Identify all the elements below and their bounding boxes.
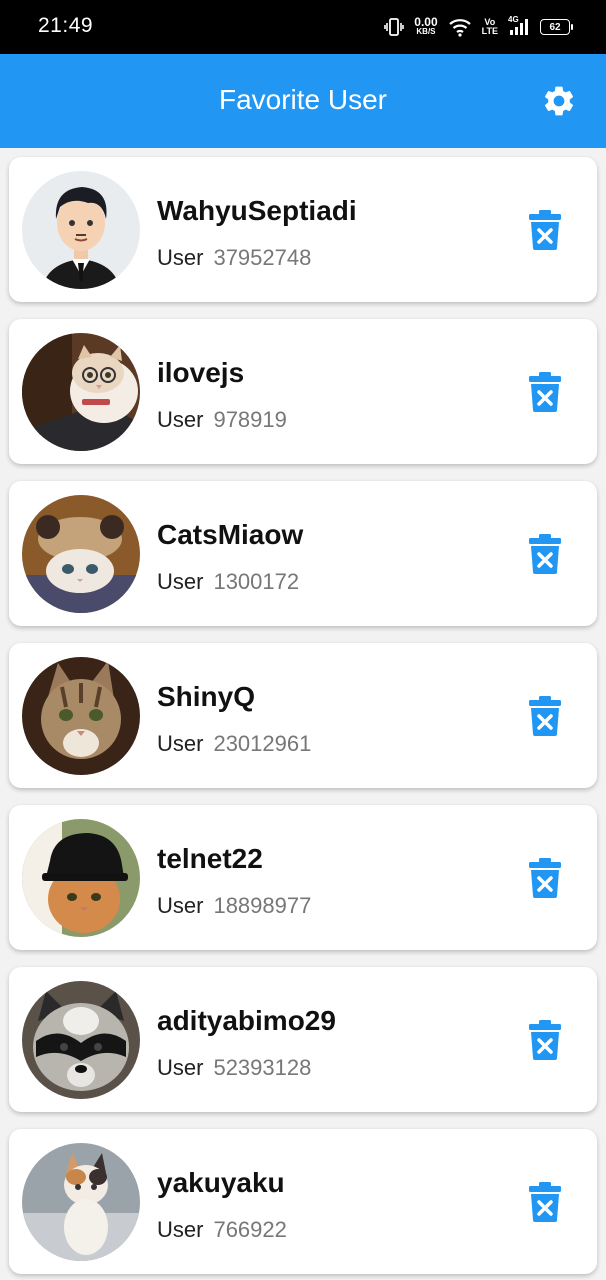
- signal-icon: 4G: [508, 15, 530, 37]
- vibrate-icon: [384, 17, 405, 37]
- trash-icon: [529, 858, 561, 898]
- user-meta: User 37952748: [157, 245, 311, 271]
- net-speed-value: 0.00: [414, 15, 438, 29]
- user-type: User: [157, 893, 204, 918]
- status-time: 21:49: [38, 14, 94, 37]
- raccoon-avatar: [22, 981, 140, 1099]
- list-item[interactable]: WahyuSeptiadi User 37952748: [9, 157, 597, 302]
- user-name: ShinyQ: [157, 681, 256, 712]
- cat-with-glasses-avatar: [22, 333, 140, 451]
- volte-bottom: LTE: [481, 26, 498, 36]
- user-name: telnet22: [157, 843, 263, 874]
- wifi-icon: [448, 17, 472, 37]
- user-id: 978919: [213, 407, 287, 432]
- user-meta: User 766922: [157, 1217, 287, 1243]
- security-cap-cat-avatar: [22, 819, 140, 937]
- user-id: 1300172: [213, 569, 300, 594]
- user-name: adityabimo29: [157, 1005, 336, 1036]
- delete-button[interactable]: [527, 209, 563, 251]
- user-name: ilovejs: [157, 357, 245, 388]
- network-speed: 0.00 KB/S: [414, 15, 438, 37]
- cat-with-hat-avatar: [22, 495, 140, 613]
- user-id: 37952748: [213, 245, 312, 270]
- user-name: yakuyaku: [157, 1167, 285, 1198]
- user-name: WahyuSeptiadi: [157, 195, 357, 226]
- status-bar: 21:49 0.00 KB/S Vo LTE 4G 62: [0, 0, 606, 54]
- net-speed-unit: KB/S: [416, 27, 436, 36]
- user-type: User: [157, 569, 204, 594]
- user-type: User: [157, 1217, 204, 1242]
- user-id: 23012961: [213, 731, 312, 756]
- user-type: User: [157, 1055, 204, 1080]
- user-name: CatsMiaow: [157, 519, 304, 550]
- gear-icon: [544, 86, 574, 116]
- user-type: User: [157, 245, 204, 270]
- user-meta: User 978919: [157, 407, 287, 433]
- delete-button[interactable]: [527, 1019, 563, 1061]
- user-id: 52393128: [213, 1055, 312, 1080]
- user-type: User: [157, 731, 204, 756]
- user-id: 18898977: [213, 893, 312, 918]
- user-type: User: [157, 407, 204, 432]
- trash-icon: [529, 210, 561, 250]
- kitten-avatar: [22, 1143, 140, 1261]
- volte-indicator: Vo LTE: [482, 18, 498, 36]
- user-meta: User 52393128: [157, 1055, 311, 1081]
- list-item[interactable]: adityabimo29 User 52393128: [9, 967, 597, 1112]
- user-id: 766922: [213, 1217, 287, 1242]
- list-item[interactable]: CatsMiaow User 1300172: [9, 481, 597, 626]
- trash-icon: [529, 372, 561, 412]
- trash-icon: [529, 696, 561, 736]
- page-title: Favorite User: [218, 84, 388, 115]
- list-item[interactable]: ShinyQ User 23012961: [9, 643, 597, 788]
- list-item[interactable]: yakuyaku User 766922: [9, 1129, 597, 1274]
- trash-icon: [529, 534, 561, 574]
- app-bar: Favorite User: [0, 54, 606, 148]
- network-type: 4G: [508, 15, 519, 24]
- cartoon-man-avatar: [22, 171, 140, 289]
- delete-button[interactable]: [527, 1181, 563, 1223]
- status-icons: 0.00 KB/S Vo LTE 4G 62: [384, 13, 573, 41]
- tabby-cat-avatar: [22, 657, 140, 775]
- list-item[interactable]: telnet22 User 18898977: [9, 805, 597, 950]
- trash-icon: [529, 1020, 561, 1060]
- user-meta: User 23012961: [157, 731, 311, 757]
- settings-button[interactable]: [540, 82, 578, 120]
- delete-button[interactable]: [527, 857, 563, 899]
- user-meta: User 1300172: [157, 569, 299, 595]
- trash-icon: [529, 1182, 561, 1222]
- user-meta: User 18898977: [157, 893, 311, 919]
- battery-indicator: 62: [540, 19, 573, 35]
- delete-button[interactable]: [527, 371, 563, 413]
- delete-button[interactable]: [527, 533, 563, 575]
- delete-button[interactable]: [527, 695, 563, 737]
- list-item[interactable]: ilovejs User 978919: [9, 319, 597, 464]
